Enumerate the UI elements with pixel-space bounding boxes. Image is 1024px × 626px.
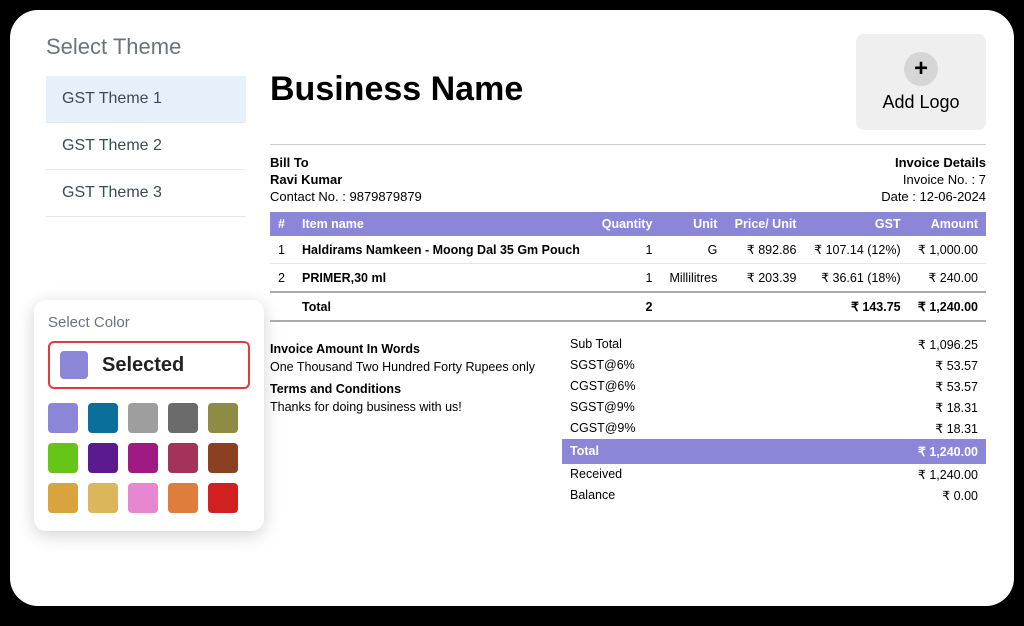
summary-label: Balance [570, 488, 615, 503]
summary-row: SGST@9% ₹ 18.31 [562, 397, 986, 418]
terms-label: Terms and Conditions [270, 382, 550, 396]
plus-icon: + [904, 52, 938, 86]
invoice-number: Invoice No. : 7 [903, 172, 986, 187]
divider [270, 144, 986, 145]
summary-row: CGST@9% ₹ 18.31 [562, 418, 986, 439]
cell-amount: ₹ 240.00 [909, 264, 986, 293]
summary-label: CGST@6% [570, 379, 635, 394]
summary-row: Sub Total ₹ 1,096.25 [562, 334, 986, 355]
cell-amount: ₹ 1,000.00 [909, 236, 986, 264]
summary-value: ₹ 18.31 [935, 421, 978, 436]
cell-n: 1 [270, 236, 294, 264]
sidebar-title: Select Theme [46, 34, 246, 60]
cell-gst: ₹ 36.61 (18%) [804, 264, 908, 293]
color-swatch[interactable] [168, 483, 198, 513]
table-row: 1Haldirams Namkeen - Moong Dal 35 Gm Pou… [270, 236, 986, 264]
color-picker-title: Select Color [48, 314, 250, 331]
col-name: Item name [294, 212, 593, 236]
summary-value: ₹ 1,240.00 [918, 444, 978, 459]
summary-row: Total ₹ 1,240.00 [562, 439, 986, 464]
cell-qty: 1 [593, 264, 661, 293]
selected-swatch [60, 351, 88, 379]
theme-list: GST Theme 1 GST Theme 2 GST Theme 3 [46, 76, 246, 217]
summary-value: ₹ 18.31 [935, 400, 978, 415]
summary-label: Received [570, 467, 622, 482]
total-amount: ₹ 1,240.00 [909, 292, 986, 321]
cell-name: PRIMER,30 ml [294, 264, 593, 293]
cell-price: ₹ 892.86 [725, 236, 804, 264]
color-picker-card: Select Color Selected [34, 300, 264, 531]
color-swatch[interactable] [88, 443, 118, 473]
summary-row: Balance ₹ 0.00 [562, 485, 986, 506]
color-swatch[interactable] [48, 483, 78, 513]
invoice-details-label: Invoice Details [895, 155, 986, 170]
cell-unit: G [660, 236, 725, 264]
customer-name: Ravi Kumar [270, 172, 342, 187]
summary-value: ₹ 1,240.00 [918, 467, 978, 482]
color-swatch[interactable] [208, 483, 238, 513]
summary-row: Received ₹ 1,240.00 [562, 464, 986, 485]
app-window: Select Theme GST Theme 1 GST Theme 2 GST… [10, 10, 1014, 606]
color-swatch[interactable] [88, 483, 118, 513]
cell-n: 2 [270, 264, 294, 293]
total-gst: ₹ 143.75 [804, 292, 908, 321]
summary-label: SGST@9% [570, 400, 635, 415]
swatch-grid [48, 403, 250, 513]
color-swatch[interactable] [168, 443, 198, 473]
summary-value: ₹ 53.57 [935, 379, 978, 394]
summary-row: CGST@6% ₹ 53.57 [562, 376, 986, 397]
summary-label: Sub Total [570, 337, 622, 352]
color-swatch[interactable] [128, 443, 158, 473]
col-qty: Quantity [593, 212, 661, 236]
summary-label: SGST@6% [570, 358, 635, 373]
col-price: Price/ Unit [725, 212, 804, 236]
invoice-summary: Sub Total₹ 1,096.25SGST@6%₹ 53.57CGST@6%… [562, 334, 986, 506]
cell-gst: ₹ 107.14 (12%) [804, 236, 908, 264]
summary-label: CGST@9% [570, 421, 635, 436]
total-label: Total [294, 292, 593, 321]
color-swatch[interactable] [208, 443, 238, 473]
theme-item-gst-1[interactable]: GST Theme 1 [46, 76, 246, 123]
cell-name: Haldirams Namkeen - Moong Dal 35 Gm Pouc… [294, 236, 593, 264]
invoice-preview: Business Name + Add Logo Bill To Invoice… [270, 34, 986, 582]
amount-words-label: Invoice Amount In Words [270, 342, 550, 356]
color-swatch[interactable] [48, 403, 78, 433]
customer-contact: Contact No. : 9879879879 [270, 189, 422, 204]
summary-value: ₹ 0.00 [942, 488, 978, 503]
items-header: # Item name Quantity Unit Price/ Unit GS… [270, 212, 986, 236]
business-name: Business Name [270, 70, 523, 109]
summary-label: Total [570, 444, 599, 459]
col-index: # [270, 212, 294, 236]
add-logo-label: Add Logo [882, 92, 959, 113]
summary-value: ₹ 1,096.25 [918, 337, 978, 352]
selected-label: Selected [102, 354, 184, 377]
color-swatch[interactable] [128, 483, 158, 513]
invoice-left-info: Invoice Amount In Words One Thousand Two… [270, 334, 550, 506]
items-table: # Item name Quantity Unit Price/ Unit GS… [270, 212, 986, 322]
cell-qty: 1 [593, 236, 661, 264]
cell-unit: Millilitres [660, 264, 725, 293]
add-logo-button[interactable]: + Add Logo [856, 34, 986, 130]
col-gst: GST [804, 212, 908, 236]
summary-value: ₹ 53.57 [935, 358, 978, 373]
color-swatch[interactable] [88, 403, 118, 433]
terms-text: Thanks for doing business with us! [270, 400, 550, 414]
invoice-date: Date : 12-06-2024 [881, 189, 986, 204]
cell-price: ₹ 203.39 [725, 264, 804, 293]
total-row: Total 2 ₹ 143.75 ₹ 1,240.00 [270, 292, 986, 321]
color-swatch[interactable] [128, 403, 158, 433]
color-swatch[interactable] [48, 443, 78, 473]
bill-to-label: Bill To [270, 155, 309, 170]
col-amount: Amount [909, 212, 986, 236]
color-swatch[interactable] [208, 403, 238, 433]
amount-words: One Thousand Two Hundred Forty Rupees on… [270, 360, 550, 374]
color-swatch[interactable] [168, 403, 198, 433]
theme-item-gst-2[interactable]: GST Theme 2 [46, 123, 246, 170]
theme-item-gst-3[interactable]: GST Theme 3 [46, 170, 246, 217]
table-row: 2PRIMER,30 ml1Millilitres₹ 203.39₹ 36.61… [270, 264, 986, 293]
total-qty: 2 [593, 292, 661, 321]
selected-color-row[interactable]: Selected [48, 341, 250, 389]
summary-row: SGST@6% ₹ 53.57 [562, 355, 986, 376]
col-unit: Unit [660, 212, 725, 236]
